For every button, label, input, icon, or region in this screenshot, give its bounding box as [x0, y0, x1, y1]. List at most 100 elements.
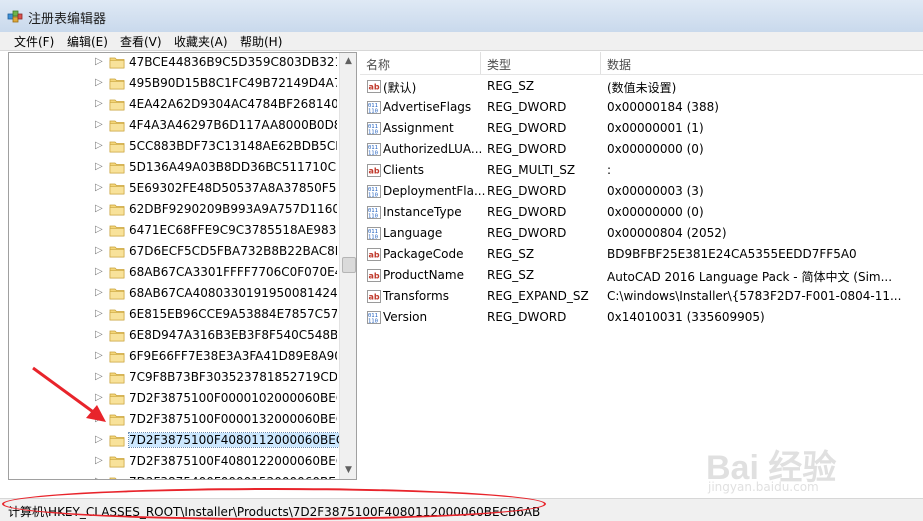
folder-icon [109, 99, 125, 111]
tree-item[interactable]: ▷ 5D136A49A03B8DD36BC511710CD9 [9, 157, 339, 178]
scroll-thumb[interactable] [342, 257, 356, 273]
tree-item[interactable]: ▷ 47BCE44836B9C5D359C803DB321F [9, 53, 339, 73]
expand-arrow-icon[interactable]: ▷ [95, 392, 103, 403]
value-type: REG_DWORD [487, 310, 567, 324]
value-name: PackageCode [383, 247, 464, 261]
tree-item-label: 7C9F8B73BF303523781852719CD9C [129, 370, 337, 384]
folder-icon [109, 141, 125, 153]
binary-value-icon: 011110 [367, 101, 381, 114]
tree-item-label: 6F9E66FF7E38E3A3FA41D89E8A906 [129, 349, 337, 363]
value-type: REG_MULTI_SZ [487, 163, 576, 177]
svg-text:110: 110 [368, 235, 378, 241]
tree-item[interactable]: ▷ 6471EC68FFE9C9C3785518AE9830C [9, 220, 339, 241]
menu-help[interactable]: 帮助(H) [240, 33, 282, 50]
value-name: Clients [383, 163, 424, 177]
tree-item-label: 4F4A3A46297B6D117AA8000B0D81 [129, 118, 337, 132]
tree-item[interactable]: ▷ 5E69302FE48D50537A8A37850F51F [9, 178, 339, 199]
svg-text:110: 110 [368, 109, 378, 115]
expand-arrow-icon[interactable]: ▷ [95, 182, 103, 193]
expand-arrow-icon[interactable]: ▷ [95, 140, 103, 151]
value-data: : [607, 163, 612, 177]
tree-item[interactable]: ▷ 5CC883BDF73C13148AE62BDB5CB5 [9, 136, 339, 157]
expand-arrow-icon[interactable]: ▷ [95, 476, 103, 479]
value-row[interactable]: ab ProductName REG_SZ AutoCAD 2016 Language… [360, 265, 923, 286]
expand-arrow-icon[interactable]: ▷ [95, 56, 103, 67]
expand-arrow-icon[interactable]: ▷ [95, 329, 103, 340]
expand-arrow-icon[interactable]: ▷ [95, 350, 103, 361]
tree-item-label: 47BCE44836B9C5D359C803DB321F [129, 55, 337, 69]
expand-arrow-icon[interactable]: ▷ [95, 266, 103, 277]
value-row[interactable]: ab Transforms REG_EXPAND_SZ C:\windows\Inst… [360, 286, 923, 307]
value-name: Assignment [383, 121, 454, 135]
tree-item[interactable]: ▷ 62DBF9290209B993A9A757D1160F9 [9, 199, 339, 220]
tree-item[interactable]: ▷ 7D2F3875100F4080122000060BECB [9, 451, 339, 472]
expand-arrow-icon[interactable]: ▷ [95, 245, 103, 256]
value-row[interactable]: 011 110 AdvertiseFlags REG_DWORD 0x00000184 … [360, 97, 923, 118]
menu-favorites[interactable]: 收藏夹(A) [174, 33, 228, 50]
tree-item[interactable]: ▷ 7C9F8B73BF303523781852719CD9C [9, 367, 339, 388]
tree-item[interactable]: ▷ 7D2F3875100F0000102000060BECB [9, 388, 339, 409]
expand-arrow-icon[interactable]: ▷ [95, 119, 103, 130]
column-header-name[interactable]: 名称 [366, 56, 390, 73]
tree-item[interactable]: ▷ 4EA42A62D9304AC4784BF2681408 [9, 94, 339, 115]
tree-scrollbar[interactable]: ▲ ▼ [339, 53, 356, 479]
expand-arrow-icon[interactable]: ▷ [95, 308, 103, 319]
value-row[interactable]: ab PackageCode REG_SZ BD9BFBF25E381E24CA535… [360, 244, 923, 265]
value-row[interactable]: ab (默认) REG_SZ (数值未设置) [360, 76, 923, 97]
tree-item[interactable]: ▷ 7D2F3875400F0000152000060BECB [9, 472, 339, 479]
value-row[interactable]: 011 110 AuthorizedLUA... REG_DWORD 0x0000000… [360, 139, 923, 160]
value-data: C:\windows\Installer\{5783F2D7-F001-0804… [607, 289, 902, 303]
scroll-down-icon[interactable]: ▼ [340, 462, 356, 479]
expand-arrow-icon[interactable]: ▷ [95, 77, 103, 88]
key-tree[interactable]: ▷ 47BCE44836B9C5D359C803DB321F ▷ 495B90D15B… [8, 52, 357, 480]
menu-edit[interactable]: 编辑(E) [67, 33, 108, 50]
column-divider[interactable] [480, 52, 481, 74]
tree-item[interactable]: ▷ 6E8D947A316B3EB3F8F540C548BE2 [9, 325, 339, 346]
value-row[interactable]: 011 110 InstanceType REG_DWORD 0x00000000 (0… [360, 202, 923, 223]
expand-arrow-icon[interactable]: ▷ [95, 455, 103, 466]
value-data: 0x00000003 (3) [607, 184, 704, 198]
scroll-up-icon[interactable]: ▲ [340, 53, 356, 70]
registry-editor-icon [7, 10, 23, 23]
values-list[interactable]: 名称 类型 数据 ab (默认) REG_SZ (数值未设置) 011 110 Advert… [360, 52, 923, 492]
tree-item[interactable]: ▷ 495B90D15B8C1FC49B72149D4A78 [9, 73, 339, 94]
expand-arrow-icon[interactable]: ▷ [95, 203, 103, 214]
expand-arrow-icon[interactable]: ▷ [95, 98, 103, 109]
tree-item[interactable]: ▷ 68AB67CA3301FFFF7706C0F070E414 [9, 262, 339, 283]
value-row[interactable]: ab Clients REG_MULTI_SZ: [360, 160, 923, 181]
value-row[interactable]: 011 110 Version REG_DWORD 0x14010031 (335609… [360, 307, 923, 328]
svg-text:110: 110 [368, 319, 378, 325]
tree-item-label: 495B90D15B8C1FC49B72149D4A78 [129, 76, 337, 90]
value-name: Version [383, 310, 428, 324]
tree-item[interactable]: ▷ 4F4A3A46297B6D117AA8000B0D81 [9, 115, 339, 136]
expand-arrow-icon[interactable]: ▷ [95, 161, 103, 172]
column-divider[interactable] [600, 52, 601, 74]
tree-item-label: 6E8D947A316B3EB3F8F540C548BE2 [129, 328, 337, 342]
svg-text:110: 110 [368, 130, 378, 136]
expand-arrow-icon[interactable]: ▷ [95, 413, 103, 424]
tree-item-label: 6471EC68FFE9C9C3785518AE9830C [129, 223, 337, 237]
expand-arrow-icon[interactable]: ▷ [95, 287, 103, 298]
expand-arrow-icon[interactable]: ▷ [95, 434, 103, 445]
value-data: BD9BFBF25E381E24CA5355EEDD7FF5A0 [607, 247, 857, 261]
binary-value-icon: 011110 [367, 143, 381, 156]
annotation-ellipse [2, 488, 546, 520]
value-row[interactable]: 011 110 Language REG_DWORD 0x00000804 (2052) [360, 223, 923, 244]
column-header-type[interactable]: 类型 [487, 56, 511, 73]
expand-arrow-icon[interactable]: ▷ [95, 371, 103, 382]
tree-item[interactable]: ▷ 7D2F3875100F4080112000060BECB [9, 430, 340, 451]
window-title: 注册表编辑器 [28, 12, 107, 27]
tree-item[interactable]: ▷ 67D6ECF5CD5FBA732B8B22BAC8DE [9, 241, 339, 262]
tree-item[interactable]: ▷ 6F9E66FF7E38E3A3FA41D89E8A906 [9, 346, 339, 367]
value-row[interactable]: 011 110 DeploymentFla... REG_DWORD 0x0000000… [360, 181, 923, 202]
menu-view[interactable]: 查看(V) [120, 33, 162, 50]
tree-item[interactable]: ▷ 6E815EB96CCE9A53884E7857C5700 [9, 304, 339, 325]
expand-arrow-icon[interactable]: ▷ [95, 224, 103, 235]
menu-file[interactable]: 文件(F) [14, 33, 54, 50]
svg-text:ab: ab [369, 293, 380, 302]
value-row[interactable]: 011 110 Assignment REG_DWORD 0x00000001 (1) [360, 118, 923, 139]
tree-item[interactable]: ▷ 7D2F3875100F0000132000060BECB [9, 409, 339, 430]
column-header-data[interactable]: 数据 [607, 56, 631, 73]
folder-icon [109, 330, 125, 342]
tree-item[interactable]: ▷ 68AB67CA408033019195008142429 [9, 283, 339, 304]
